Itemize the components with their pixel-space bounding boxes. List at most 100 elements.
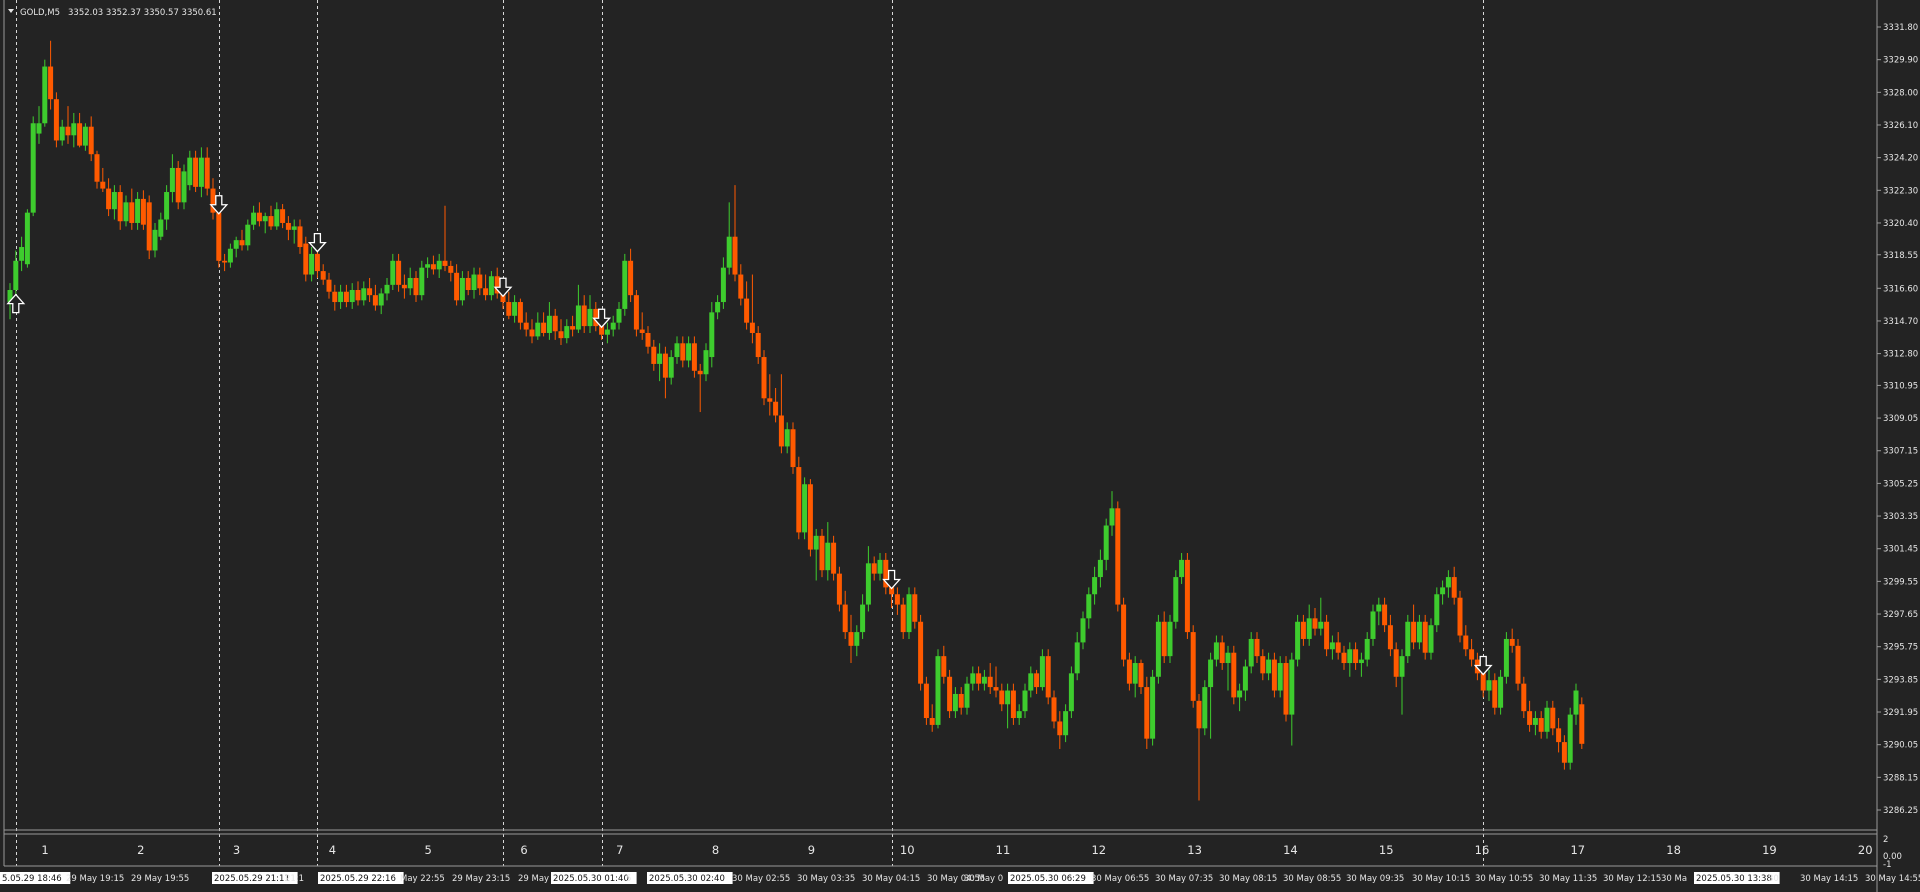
candle [1184, 553, 1190, 639]
time-label-text: 29 May 23:15 [452, 874, 510, 884]
candle-body [123, 202, 129, 222]
price-chart[interactable]: 3331.80 3329.90 3328.00 3326.10 3324.20 3322.… [0, 0, 1920, 892]
candle-body [709, 312, 715, 358]
candle-body [1086, 594, 1092, 619]
candle [1202, 680, 1208, 736]
candle-body [987, 676, 993, 688]
candle-body [726, 236, 732, 268]
candle-body [1138, 663, 1144, 688]
candle-body [1161, 621, 1167, 657]
candle-body [831, 542, 837, 574]
time-label: 30 May 0 [964, 874, 1003, 884]
subwindow-count-label: 16 [1475, 843, 1490, 857]
candle [216, 205, 222, 268]
candle [622, 253, 628, 316]
time-label: 30 May 08:55 [1283, 874, 1341, 884]
candle [918, 614, 924, 691]
candle-body [535, 322, 541, 337]
candle-body [1428, 625, 1434, 653]
candle [1295, 614, 1301, 667]
candle-body [42, 66, 48, 124]
chart-header[interactable]: GOLD,M5 3352.03 3352.37 3350.57 3350.61 [8, 8, 217, 18]
candle-body [1469, 649, 1475, 660]
candle-body [233, 240, 239, 249]
time-label-text: 30 May 0 [964, 874, 1003, 884]
candle-body [390, 260, 396, 285]
candle-body [1324, 621, 1330, 650]
price-tick-label: 3326.10 [1883, 121, 1918, 131]
candle-body [216, 212, 222, 261]
candle [1144, 676, 1150, 749]
candle-body [819, 535, 825, 571]
time-label-text: 30 May 14:15 [1800, 874, 1858, 884]
candle-body [1010, 690, 1016, 719]
candle-body [1219, 642, 1225, 664]
candle [146, 195, 152, 260]
candle-body [256, 212, 262, 222]
candle-body [1283, 663, 1289, 715]
candle [633, 290, 639, 337]
candle-body [187, 157, 193, 186]
candle-body [958, 693, 964, 708]
price-tick-label: 3316.60 [1883, 284, 1918, 294]
candle-body [1005, 690, 1011, 705]
candle-body [88, 126, 94, 155]
candle-body [686, 343, 692, 361]
candle-body [314, 253, 320, 272]
candle-body [970, 673, 976, 684]
candle-body [1242, 666, 1248, 691]
candle-body [1445, 577, 1451, 588]
price-tick-label: 3307.15 [1883, 447, 1918, 457]
time-label-text: 5.05.29 18:46 [2, 874, 62, 884]
candle-body [1063, 711, 1069, 736]
time-label: 30 May 04:15 [862, 874, 920, 884]
candle-body [558, 331, 564, 339]
candle-body [349, 290, 355, 303]
candle-body [1480, 673, 1486, 691]
candle-body [1109, 508, 1115, 526]
candle-body [796, 467, 802, 533]
candle-body [1173, 577, 1179, 622]
candle [1579, 697, 1585, 749]
candle-body [1567, 714, 1573, 763]
candle-body [1387, 625, 1393, 650]
price-tick-label: 3290.05 [1883, 741, 1918, 751]
candle [1231, 645, 1237, 705]
candle-body [1103, 525, 1109, 560]
candle-body [117, 192, 123, 222]
candle-body [871, 563, 877, 574]
candle [923, 676, 929, 725]
subwindow-tick-label: -1 [1883, 860, 1891, 870]
highlighted-time-label: 2025.05.30 02:40 [647, 872, 733, 884]
candle-body [146, 202, 152, 251]
candle-body [1422, 621, 1428, 653]
candle-body [1121, 604, 1127, 660]
candle-body [1266, 659, 1272, 674]
price-tick-label: 3288.15 [1883, 773, 1918, 783]
candle-body [604, 329, 610, 335]
candle-body [657, 353, 663, 364]
subwindow-count-label: 20 [1858, 843, 1873, 857]
subwindow-count-label: 2 [137, 843, 144, 857]
time-label: 30 May 14:15 [1800, 874, 1858, 884]
candle-body [1213, 642, 1219, 660]
candle-body [570, 326, 576, 330]
candle-body [1312, 618, 1318, 629]
time-label-text: 2025.05.29 21:11 [214, 874, 290, 884]
time-label: 29 May 19:15 [66, 874, 124, 884]
candle-body [268, 216, 274, 227]
candle-body [280, 209, 286, 223]
candle-body [407, 277, 413, 289]
candle-body [436, 260, 442, 270]
candle-body [326, 279, 332, 292]
candle-body [1440, 587, 1446, 595]
candle-body [338, 291, 344, 303]
candle-body [639, 329, 645, 333]
candle-body [1509, 638, 1515, 646]
price-tick-label: 3301.45 [1883, 545, 1918, 555]
time-label: 30 May 07:35 [1155, 874, 1213, 884]
candle-body [1532, 718, 1538, 725]
candle-body [1115, 508, 1121, 605]
time-label-text: 30 May 14:55 [1865, 874, 1920, 884]
time-label: 30 May 10:15 [1412, 874, 1470, 884]
